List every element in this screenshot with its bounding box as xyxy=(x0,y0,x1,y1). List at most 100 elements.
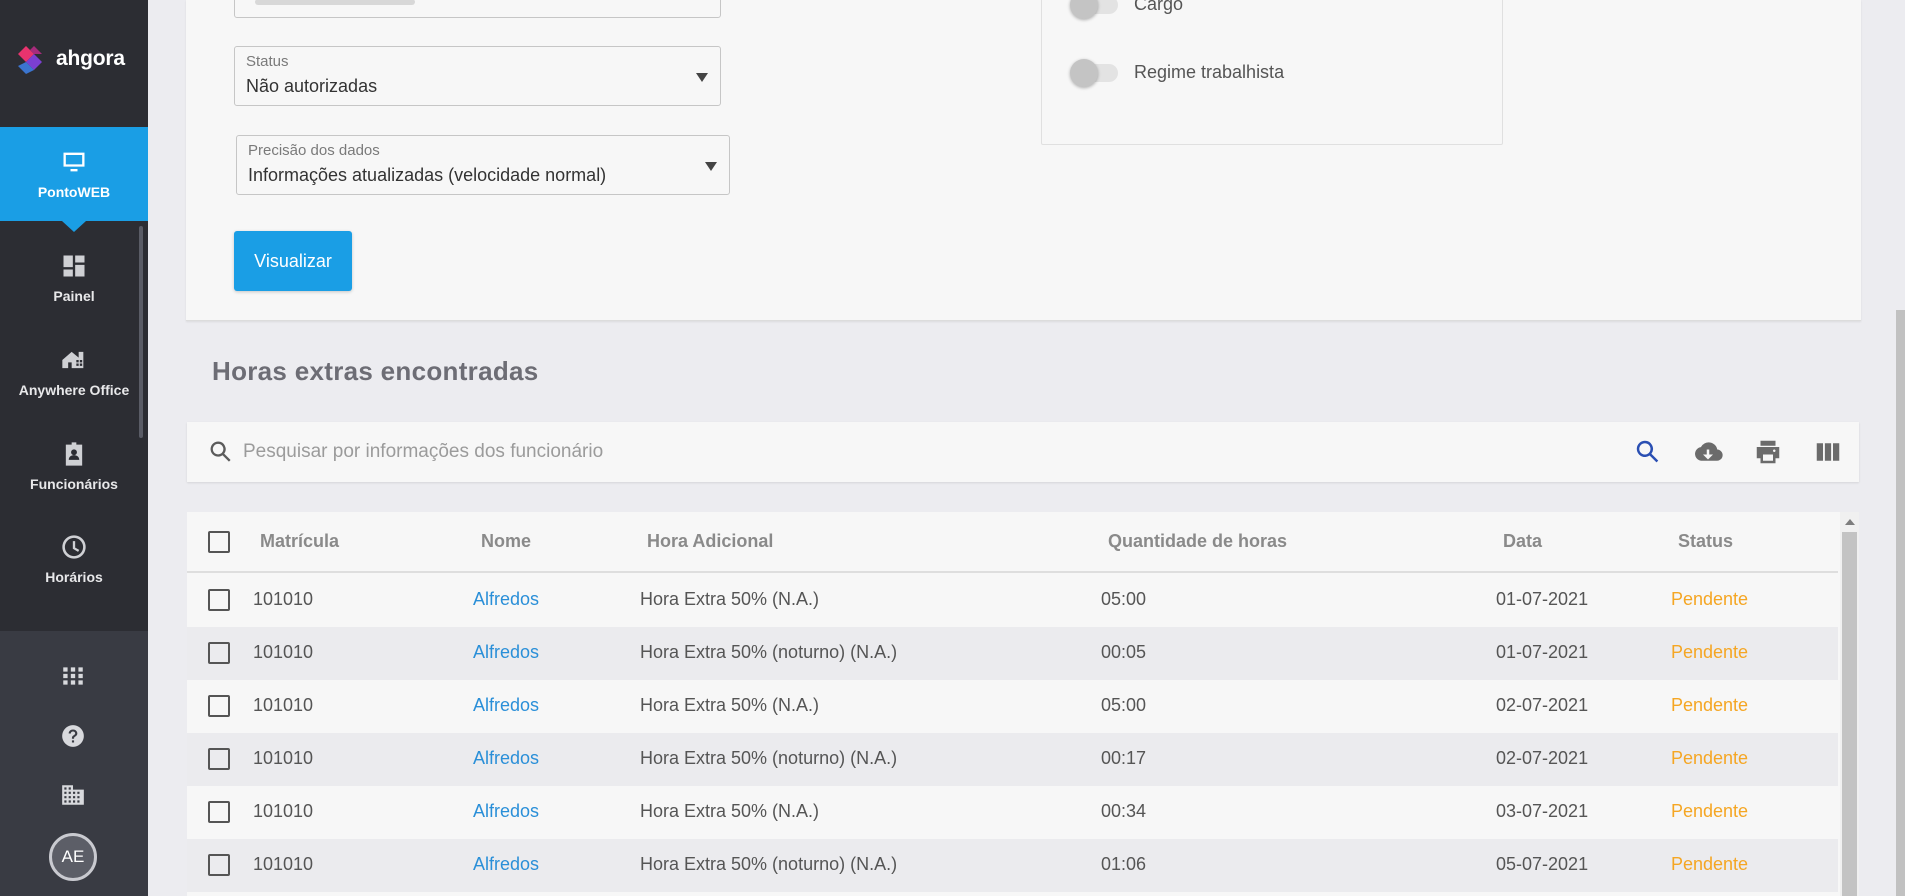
table-scrollbar-thumb[interactable] xyxy=(1842,532,1857,896)
overtime-table: Matrícula Nome Hora Adicional Quantidade… xyxy=(187,512,1859,896)
cell-data: 03-07-2021 xyxy=(1496,801,1589,821)
search-icon xyxy=(1636,440,1659,463)
status-select-label: Status xyxy=(246,53,289,70)
ahgora-logo-icon xyxy=(18,46,42,74)
columns-button[interactable] xyxy=(1813,437,1843,467)
column-header-hora-adicional[interactable]: Hora Adicional xyxy=(647,531,773,552)
column-header-matricula[interactable]: Matrícula xyxy=(260,531,339,552)
sidebar: ahgora PontoWEB Painel Anywhere Office F… xyxy=(0,0,148,896)
cell-matricula: 101010 xyxy=(253,801,314,821)
row-checkbox[interactable] xyxy=(208,748,230,770)
status-badge: Pendente xyxy=(1671,589,1749,609)
partial-filter-field[interactable] xyxy=(234,0,721,18)
cell-hora: Hora Extra 50% (N.A.) xyxy=(640,801,820,821)
apps-grid-icon xyxy=(63,667,83,685)
toggle-row-regime[interactable]: Regime trabalhista xyxy=(1070,58,1284,87)
cell-nome-link[interactable]: Alfredos xyxy=(473,801,539,822)
row-checkbox[interactable] xyxy=(208,695,230,717)
cell-quantidade: 00:17 xyxy=(1101,748,1147,768)
row-checkbox[interactable] xyxy=(208,854,230,876)
table-row[interactable]: 101010 Alfredos Hora Extra 50% (N.A.) 00… xyxy=(187,786,1838,839)
results-title: Horas extras encontradas xyxy=(212,356,539,386)
cell-nome-link[interactable]: Alfredos xyxy=(473,854,539,875)
page-scrollbar[interactable] xyxy=(1896,310,1905,896)
precision-select[interactable]: Precisão dos dados Informações atualizad… xyxy=(236,135,730,195)
status-badge: Pendente xyxy=(1671,642,1749,662)
cell-quantidade: 00:34 xyxy=(1101,801,1147,821)
sidebar-item-painel[interactable]: Painel xyxy=(0,231,148,325)
toggle-label: Cargo xyxy=(1134,0,1184,14)
regime-toggle[interactable] xyxy=(1070,58,1118,87)
row-checkbox[interactable] xyxy=(208,801,230,823)
cell-nome-link[interactable]: Alfredos xyxy=(473,748,539,769)
results-search-bar xyxy=(187,422,1859,482)
print-icon xyxy=(1756,440,1780,464)
column-header-quantidade[interactable]: Quantidade de horas xyxy=(1108,531,1287,552)
search-icon xyxy=(210,441,231,462)
cell-hora: Hora Extra 50% (noturno) (N.A.) xyxy=(640,642,898,662)
print-button[interactable] xyxy=(1753,437,1783,467)
help-icon xyxy=(62,725,84,747)
sidebar-item-label: PontoWEB xyxy=(37,184,111,200)
table-row[interactable]: 101010 Alfredos Hora Extra 50% (N.A.) 05… xyxy=(187,574,1838,627)
scroll-up-arrow-icon[interactable] xyxy=(1845,519,1855,525)
column-header-data[interactable]: Data xyxy=(1503,531,1542,552)
cell-quantidade: 00:05 xyxy=(1101,642,1147,662)
cell-nome-link[interactable]: Alfredos xyxy=(473,695,539,716)
sidebar-item-pontoweb[interactable]: PontoWEB xyxy=(0,127,148,232)
dropdown-arrow-icon xyxy=(705,162,717,171)
toggle-knob xyxy=(1070,0,1098,19)
precision-select-value: Informações atualizadas (velocidade norm… xyxy=(248,165,607,185)
column-header-status[interactable]: Status xyxy=(1678,531,1733,552)
cell-matricula: 101010 xyxy=(253,854,314,874)
sidebar-item-horarios[interactable]: Horários xyxy=(0,512,148,606)
dropdown-arrow-icon xyxy=(696,73,708,82)
help-button[interactable] xyxy=(58,721,88,751)
cell-hora: Hora Extra 50% (noturno) (N.A.) xyxy=(640,748,898,768)
cell-quantidade: 05:00 xyxy=(1101,589,1147,609)
building-icon xyxy=(62,785,84,805)
home-office-icon xyxy=(62,351,84,369)
sidebar-item-label: Anywhere Office xyxy=(18,382,130,398)
row-checkbox[interactable] xyxy=(208,642,230,664)
cell-data: 05-07-2021 xyxy=(1496,854,1589,874)
sidebar-scrollbar[interactable] xyxy=(139,226,143,438)
cargo-toggle[interactable] xyxy=(1070,0,1118,19)
column-header-nome[interactable]: Nome xyxy=(481,531,531,552)
cell-nome-link[interactable]: Alfredos xyxy=(473,589,539,610)
status-badge: Pendente xyxy=(1671,695,1749,715)
cell-quantidade: 01:06 xyxy=(1101,854,1147,874)
download-button[interactable] xyxy=(1693,437,1723,467)
cell-hora: Hora Extra 50% (N.A.) xyxy=(640,695,820,715)
sidebar-item-funcionarios[interactable]: Funcionários xyxy=(0,419,148,513)
search-button[interactable] xyxy=(1633,437,1663,467)
table-row[interactable]: 101010 Alfredos Hora Extra 50% (noturno)… xyxy=(187,733,1838,786)
sidebar-item-label: Painel xyxy=(53,288,95,304)
status-select[interactable]: Status Não autorizadas xyxy=(234,46,721,106)
cell-nome-link[interactable]: Alfredos xyxy=(473,642,539,663)
table-row[interactable]: 101010 Alfredos Hora Extra 50% (noturno)… xyxy=(187,839,1838,892)
apps-grid-button[interactable] xyxy=(58,661,88,691)
visualizar-button[interactable]: Visualizar xyxy=(234,231,352,291)
table-row[interactable]: 101010 Alfredos Hora Extra 50% (noturno)… xyxy=(187,627,1838,680)
user-avatar[interactable]: AE xyxy=(49,833,97,881)
toggle-row-cargo[interactable]: Cargo xyxy=(1070,0,1184,19)
toggle-knob xyxy=(1070,58,1098,87)
ahgora-logo[interactable]: ahgora xyxy=(16,44,125,74)
monitor-icon xyxy=(63,152,85,172)
cell-data: 02-07-2021 xyxy=(1496,748,1589,768)
select-all-checkbox[interactable] xyxy=(208,531,230,553)
filter-card: Status Não autorizadas Precisão dos dado… xyxy=(186,0,1861,321)
status-badge: Pendente xyxy=(1671,801,1749,821)
cell-data: 01-07-2021 xyxy=(1496,642,1589,662)
logo-text: ahgora xyxy=(56,47,125,70)
sidebar-item-anywhere-office[interactable]: Anywhere Office xyxy=(0,325,148,419)
company-button[interactable] xyxy=(58,780,88,810)
table-row[interactable]: 101010 Alfredos Hora Extra 50% (N.A.) 05… xyxy=(187,680,1838,733)
table-header: Matrícula Nome Hora Adicional Quantidade… xyxy=(187,512,1838,573)
employee-search-input[interactable] xyxy=(243,434,1543,470)
cell-matricula: 101010 xyxy=(253,642,314,662)
columns-icon xyxy=(1816,443,1840,461)
row-checkbox[interactable] xyxy=(208,589,230,611)
cell-quantidade: 05:00 xyxy=(1101,695,1147,715)
